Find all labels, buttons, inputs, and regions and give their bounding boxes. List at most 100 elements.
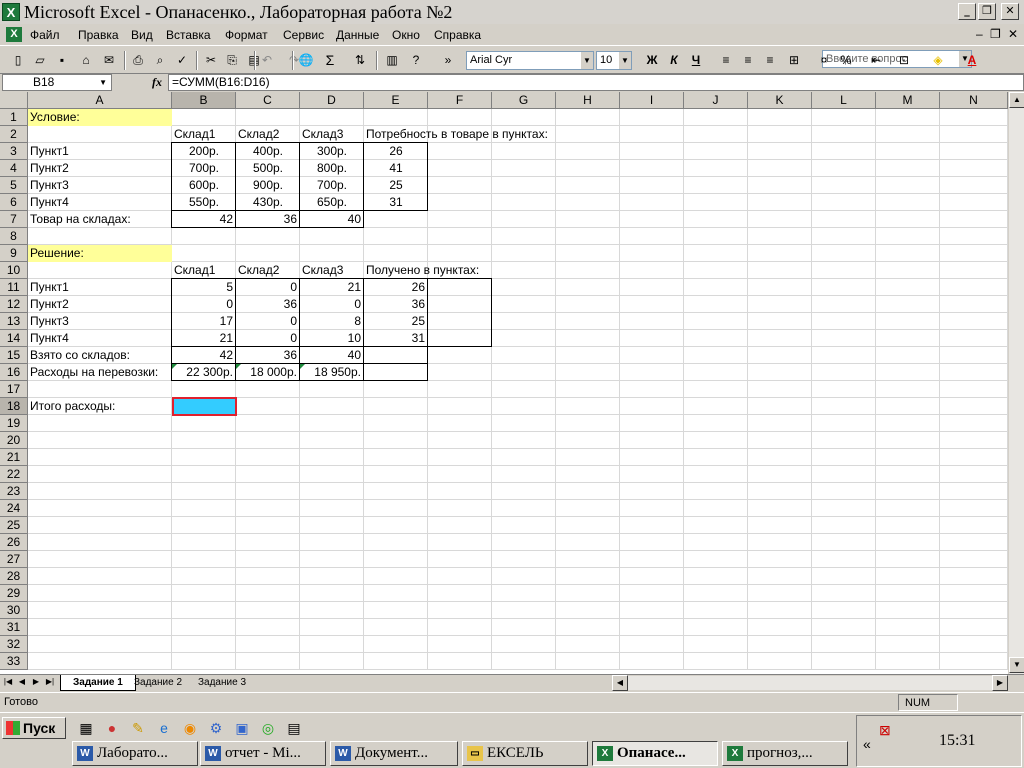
row-header-19[interactable]: 19 (0, 415, 28, 432)
cell-b15[interactable]: 42 (172, 347, 236, 364)
sort-icon[interactable]: ⇅ (352, 52, 368, 68)
grid-cell[interactable] (28, 500, 172, 517)
grid-cell[interactable] (748, 619, 812, 636)
grid-cell[interactable] (684, 585, 748, 602)
grid-cell[interactable] (812, 143, 876, 160)
grid-cell[interactable] (684, 517, 748, 534)
grid-cell[interactable] (172, 432, 236, 449)
grid-cell[interactable] (940, 313, 1008, 330)
grid-cell[interactable] (492, 262, 556, 279)
taskbar-btn-laborato[interactable]: W Лаборато... (72, 741, 198, 766)
grid-cell[interactable] (556, 194, 620, 211)
grid-cell[interactable] (556, 585, 620, 602)
grid-cell[interactable] (300, 653, 364, 670)
select-all-corner[interactable] (0, 92, 28, 109)
column-header-N[interactable]: N (940, 92, 1008, 109)
print-preview-icon[interactable]: ⌕ (152, 52, 168, 68)
grid-cell[interactable] (876, 381, 940, 398)
grid-cell[interactable] (684, 483, 748, 500)
cell-a7[interactable]: Товар на складах: (28, 211, 133, 228)
column-header-G[interactable]: G (492, 92, 556, 109)
row-header-28[interactable]: 28 (0, 568, 28, 585)
grid-cell[interactable] (812, 313, 876, 330)
grid-cell[interactable] (428, 330, 492, 347)
grid-cell[interactable] (428, 194, 492, 211)
hyperlink-icon[interactable]: 🌐 (298, 52, 314, 68)
grid-cell[interactable] (428, 228, 492, 245)
grid-cell[interactable] (236, 466, 300, 483)
grid-cell[interactable] (28, 551, 172, 568)
grid-cell[interactable] (428, 313, 492, 330)
grid-cell[interactable] (556, 449, 620, 466)
cell-e2[interactable]: Потребность в товаре в пунктах: (364, 126, 550, 143)
grid-cell[interactable] (684, 296, 748, 313)
formula-input[interactable]: =СУММ(B16:D16) (168, 74, 1024, 91)
grid-cell[interactable] (428, 415, 492, 432)
grid-cell[interactable] (172, 636, 236, 653)
grid-cell[interactable] (428, 585, 492, 602)
chevron-down-icon[interactable]: ▼ (99, 75, 107, 90)
grid-cell[interactable] (812, 330, 876, 347)
grid-cell[interactable] (492, 466, 556, 483)
grid-cell[interactable] (236, 517, 300, 534)
column-header-D[interactable]: D (300, 92, 364, 109)
grid-cell[interactable] (940, 466, 1008, 483)
grid-cell[interactable] (556, 381, 620, 398)
menu-file[interactable]: Файл (30, 28, 60, 42)
grid-cell[interactable] (556, 364, 620, 381)
grid-cell[interactable] (428, 398, 492, 415)
grid-cell[interactable] (172, 245, 236, 262)
autosum-icon[interactable]: Σ (322, 52, 338, 68)
grid-cell[interactable] (492, 568, 556, 585)
row-header-24[interactable]: 24 (0, 500, 28, 517)
grid-cell[interactable] (876, 211, 940, 228)
grid-cell[interactable] (492, 313, 556, 330)
grid-cell[interactable] (940, 211, 1008, 228)
grid-cell[interactable] (620, 585, 684, 602)
grid-cell[interactable] (556, 160, 620, 177)
grid-cell[interactable] (236, 551, 300, 568)
align-center-icon[interactable]: ≡ (740, 52, 756, 68)
grid-cell[interactable] (940, 143, 1008, 160)
grid-cell[interactable] (364, 568, 428, 585)
grid-cell[interactable] (300, 381, 364, 398)
row-header-33[interactable]: 33 (0, 653, 28, 670)
grid-cell[interactable] (620, 109, 684, 126)
grid-cell[interactable] (556, 245, 620, 262)
grid-cell[interactable] (684, 194, 748, 211)
grid-cell[interactable] (940, 449, 1008, 466)
grid-cell[interactable] (492, 398, 556, 415)
menu-edit[interactable]: Правка (78, 28, 119, 42)
cell-e13[interactable]: 25 (364, 313, 428, 330)
cell-d16[interactable]: 18 950р. (300, 364, 364, 381)
grid-cell[interactable] (940, 296, 1008, 313)
grid-cell[interactable] (748, 500, 812, 517)
grid-cell[interactable] (556, 619, 620, 636)
grid-cell[interactable] (172, 449, 236, 466)
chevron-down-icon[interactable]: ▼ (619, 52, 631, 69)
row-header-15[interactable]: 15 (0, 347, 28, 364)
grid-cell[interactable] (876, 466, 940, 483)
grid-cell[interactable] (748, 483, 812, 500)
cell-b14[interactable]: 21 (172, 330, 236, 347)
grid-cell[interactable] (620, 466, 684, 483)
first-sheet-button[interactable]: |◀ (2, 677, 14, 686)
settings-icon[interactable]: ⚙ (206, 718, 226, 738)
grid-cell[interactable] (236, 109, 300, 126)
cell-d4[interactable]: 800р. (300, 160, 364, 177)
grid-cell[interactable] (684, 619, 748, 636)
grid-cell[interactable] (172, 551, 236, 568)
grid-cell[interactable] (748, 415, 812, 432)
scroll-down-button[interactable]: ▼ (1009, 657, 1024, 673)
cell-c12[interactable]: 36 (236, 296, 300, 313)
grid-cell[interactable] (876, 449, 940, 466)
grid-cell[interactable] (428, 245, 492, 262)
grid-cell[interactable] (428, 653, 492, 670)
grid-cell[interactable] (364, 449, 428, 466)
column-header-H[interactable]: H (556, 92, 620, 109)
grid-cell[interactable] (236, 483, 300, 500)
cell-a5[interactable]: Пункт3 (28, 177, 71, 194)
menu-window[interactable]: Окно (392, 28, 420, 42)
grid-cell[interactable] (364, 432, 428, 449)
grid-cell[interactable] (556, 296, 620, 313)
